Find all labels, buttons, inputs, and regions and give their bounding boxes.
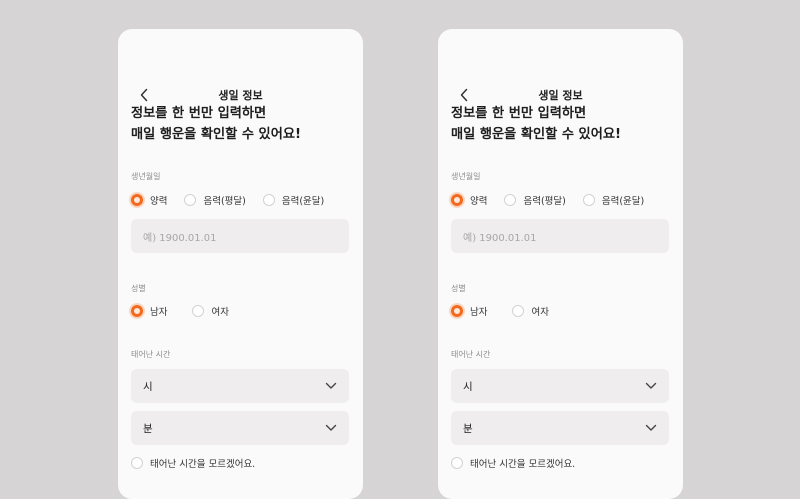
radio-label: 태어난 시간을 모르겠어요.: [150, 459, 256, 470]
hour-select-value: 시: [143, 380, 153, 393]
minute-select-value: 분: [143, 422, 153, 435]
radio-circle: [512, 305, 525, 317]
radio-lunar-leap[interactable]: 음력(윤달): [262, 193, 325, 207]
minute-select[interactable]: 분: [131, 411, 349, 445]
chevron-down-icon: [325, 424, 337, 432]
calendar-type-radio-group: 양력 음력(평달) 음력(윤달): [129, 192, 341, 208]
birth-date-input[interactable]: 예) 1900.01.01: [131, 219, 349, 253]
chevron-down-icon: [645, 424, 657, 432]
radio-male[interactable]: 남자: [449, 303, 488, 319]
phone-screen-right: 생일 정보 정보를 한 번만 입력하면 매일 행운을 확인할 수 있어요! 생년…: [438, 29, 683, 499]
minute-select-value: 분: [463, 422, 473, 435]
radio-female[interactable]: 여자: [192, 304, 229, 318]
radio-label: 태어난 시간을 모르겠어요.: [470, 459, 576, 470]
page-title: 생일 정보: [218, 89, 263, 102]
radio-solar[interactable]: 양력: [449, 192, 488, 208]
radio-label: 음력(윤달): [601, 196, 645, 207]
headline-line-1: 정보를 한 번만 입력하면: [451, 106, 587, 121]
radio-label: 양력: [470, 196, 488, 207]
headline: 정보를 한 번만 입력하면 매일 행운을 확인할 수 있어요!: [451, 103, 671, 145]
gender-label: 성별: [451, 284, 466, 293]
radio-label: 음력(평달): [523, 196, 566, 207]
calendar-type-radio-group: 양력 음력(평달) 음력(윤달): [449, 192, 661, 208]
birth-date-input[interactable]: 예) 1900.01.01: [451, 219, 669, 253]
radio-circle: [504, 194, 517, 206]
hour-select[interactable]: 시: [131, 369, 349, 403]
radio-unknown-time[interactable]: 태어난 시간을 모르겠어요.: [131, 456, 255, 470]
radio-circle-checked: [449, 303, 465, 319]
radio-lunar-normal[interactable]: 음력(평달): [184, 193, 246, 207]
hour-select[interactable]: 시: [451, 369, 669, 403]
page-title: 생일 정보: [538, 89, 583, 102]
radio-solar[interactable]: 양력: [129, 192, 168, 208]
gender-radio-group: 남자 여자: [129, 303, 246, 319]
minute-select[interactable]: 분: [451, 411, 669, 445]
headline-line-2: 매일 행운을 확인할 수 있어요!: [131, 127, 301, 142]
chevron-down-icon: [325, 382, 337, 390]
radio-label: 양력: [150, 196, 168, 207]
birth-date-label: 생년월일: [451, 172, 481, 181]
radio-lunar-normal[interactable]: 음력(평달): [504, 193, 566, 207]
radio-circle: [131, 457, 143, 469]
hour-select-value: 시: [463, 380, 473, 393]
gender-radio-group: 남자 여자: [449, 303, 566, 319]
radio-circle: [262, 194, 275, 206]
radio-circle: [192, 305, 205, 317]
radio-circle: [582, 194, 595, 206]
birth-time-label: 태어난 시간: [131, 350, 171, 359]
radio-unknown-time[interactable]: 태어난 시간을 모르겠어요.: [451, 456, 575, 470]
radio-label: 여자: [211, 307, 229, 318]
headline: 정보를 한 번만 입력하면 매일 행운을 확인할 수 있어요!: [131, 103, 351, 145]
headline-line-1: 정보를 한 번만 입력하면: [131, 106, 267, 121]
radio-label: 음력(윤달): [281, 196, 325, 207]
radio-male[interactable]: 남자: [129, 303, 168, 319]
radio-label: 남자: [470, 307, 488, 318]
birth-date-label: 생년월일: [131, 172, 161, 181]
radio-lunar-leap[interactable]: 음력(윤달): [582, 193, 645, 207]
radio-circle: [451, 457, 463, 469]
radio-circle-checked: [449, 192, 465, 208]
chevron-down-icon: [645, 382, 657, 390]
radio-label: 음력(평달): [203, 196, 246, 207]
radio-female[interactable]: 여자: [512, 304, 549, 318]
birth-time-label: 태어난 시간: [451, 350, 491, 359]
radio-circle: [184, 194, 197, 206]
radio-circle-checked: [129, 192, 145, 208]
phone-screen-left: 생일 정보 정보를 한 번만 입력하면 매일 행운을 확인할 수 있어요! 생년…: [118, 29, 363, 499]
radio-label: 남자: [150, 307, 168, 318]
unknown-time-option: 태어난 시간을 모르겠어요.: [131, 455, 272, 471]
unknown-time-option: 태어난 시간을 모르겠어요.: [451, 455, 592, 471]
radio-label: 여자: [531, 307, 549, 318]
radio-circle-checked: [129, 303, 145, 319]
gender-label: 성별: [131, 284, 146, 293]
headline-line-2: 매일 행운을 확인할 수 있어요!: [451, 127, 621, 142]
